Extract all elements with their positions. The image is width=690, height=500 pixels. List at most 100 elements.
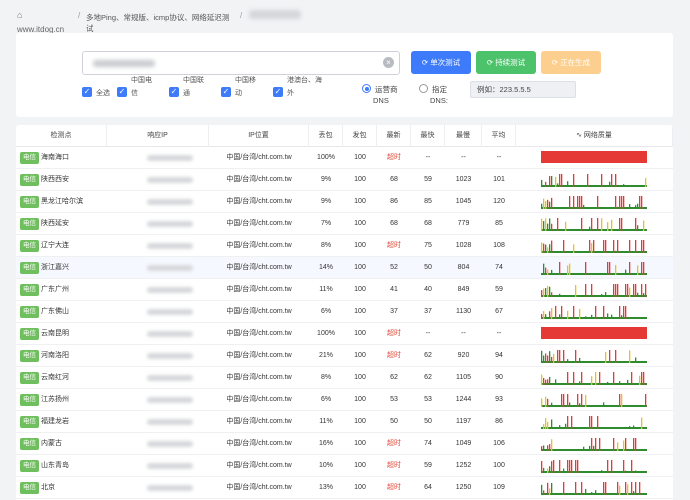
quality-tick [547,285,549,297]
response-ip-redacted [147,221,193,227]
quality-tick [619,306,621,319]
table-row[interactable]: 电信 云南红河 中国/台湾/cht.com.tw 8% 100 62 62 1105 90 [16,367,673,389]
column-header[interactable]: IP位置 [209,125,309,147]
quality-tick [617,482,619,495]
column-header[interactable]: ∿ 网络质量 [516,125,673,147]
breadcrumb-separator: / [78,11,81,20]
check-icon[interactable]: ✓ [82,87,92,97]
probe-location: 辽宁大连 [41,242,69,249]
quality-tick [555,176,557,187]
quality-tick [619,394,621,407]
quality-tick [579,403,581,407]
quality-baseline [541,273,647,275]
column-header[interactable]: 最快 [411,125,445,147]
column-header[interactable]: 响应IP [107,125,209,147]
quality-tick [545,314,547,319]
quality-tick [637,265,639,275]
quality-tick [625,438,627,451]
network-quality-bar [541,262,647,275]
column-header[interactable]: 丢包 [309,125,343,147]
quality-tick [553,460,555,473]
table-row[interactable]: 电信 广东广州 中国/台湾/cht.com.tw 11% 100 41 40 849 59 [16,279,673,301]
home-link[interactable]: ⌂ www.itdog.cn [17,11,77,35]
packet-loss: 9% [320,176,332,183]
quality-tick [595,306,597,319]
quality-tick [589,445,591,451]
radio-dot[interactable] [419,84,428,93]
radio-dot-selected[interactable] [362,84,371,93]
table-row[interactable]: 电信 内蒙古 中国/台湾/cht.com.tw 16% 100 超时 74 1049 106 [16,433,673,455]
column-header[interactable]: 检测点 [16,125,107,147]
column-header[interactable]: 最慢 [445,125,482,147]
quality-tick [545,418,547,429]
quality-tick [623,440,625,451]
column-header[interactable]: 平均 [482,125,516,147]
breadcrumb-title[interactable]: 多地Ping、常规版、icmp协议、网络延迟测试 [86,12,236,34]
single-test-button[interactable]: ⟳ 单次测试 [411,51,471,74]
table-row[interactable]: 电信 辽宁大连 中国/台湾/cht.com.tw 8% 100 超时 75 1028 108 [16,235,673,257]
table-row[interactable]: 电信 海南海口 中国/台湾/cht.com.tw 100% 100 超时 -- -- -- [16,147,673,169]
quality-tick [579,196,581,209]
quality-tick [597,416,599,429]
packets-sent: 100 [354,462,366,469]
table-row[interactable]: 电信 陕西西安 中国/台湾/cht.com.tw 9% 100 68 59 1023 101 [16,169,673,191]
refresh-icon: ⟳ [421,58,431,67]
table-row[interactable]: 电信 山东青岛 中国/台湾/cht.com.tw 10% 100 超时 59 1252 100 [16,455,673,477]
quality-tick [591,438,593,451]
quality-tick [645,394,647,407]
refresh-icon: ⟳ [551,58,561,67]
check-icon[interactable]: ✓ [169,87,179,97]
quality-tick [547,445,549,451]
dns-input[interactable]: 例如：223.5.5.5 [470,81,576,98]
table-row[interactable]: 电信 北京 中国/台湾/cht.com.tw 13% 100 超时 64 1250 109 [16,477,673,499]
packet-loss: 100% [317,154,335,161]
table-row[interactable]: 电信 陕西延安 中国/台湾/cht.com.tw 7% 100 68 68 779 85 [16,213,673,235]
quality-tick [541,313,543,319]
quality-tick [641,240,643,253]
continuous-test-button[interactable]: ⟳ 持续测试 [476,51,536,74]
checkbox-label: 外 [287,90,294,97]
refresh-icon: ⟳ [486,58,496,67]
quality-tick [595,490,597,495]
check-icon[interactable]: ✓ [117,87,127,97]
table-row[interactable]: 电信 黑龙江哈尔滨 中国/台湾/cht.com.tw 9% 100 86 85 1045 120 [16,191,673,213]
quality-tick [543,445,545,451]
table-row[interactable]: 电信 云南昆明 中国/台湾/cht.com.tw 100% 100 超时 -- -- -- [16,323,673,345]
quality-tick [569,460,571,473]
quality-tick [559,293,561,297]
quality-tick [549,201,551,209]
generating-button[interactable]: ⟳ 正在生成 [541,51,601,74]
column-header[interactable]: 最新 [377,125,411,147]
table-row[interactable]: 电信 浙江嘉兴 中国/台湾/cht.com.tw 14% 100 52 50 804 74 [16,257,673,279]
clear-icon[interactable]: × [383,57,394,68]
ip-location: 中国/台湾/cht.com.tw [226,462,292,469]
check-icon[interactable]: ✓ [221,87,231,97]
response-ip-redacted [147,397,193,403]
quality-tick [635,470,637,473]
quality-tick [591,218,593,231]
quality-tick [603,482,605,495]
network-quality-bar [541,482,647,495]
quality-tick [541,484,543,495]
quality-tick [589,240,591,253]
quality-tick [543,311,545,319]
quality-tick [617,206,619,209]
quality-tick [541,242,543,253]
column-header[interactable]: 发包 [343,125,377,147]
quality-tick [563,350,565,363]
quality-tick [577,196,579,209]
quality-tick [601,294,603,297]
quality-tick [595,372,597,385]
check-icon[interactable]: ✓ [273,87,283,97]
table-row[interactable]: 电信 福建龙岩 中国/台湾/cht.com.tw 11% 100 50 50 1197 86 [16,411,673,433]
quality-tick [615,350,617,363]
quality-tick [559,174,561,187]
table-row[interactable]: 电信 广东佛山 中国/台湾/cht.com.tw 6% 100 37 37 1130 67 [16,301,673,323]
checkbox-label: 动 [235,90,242,97]
host-input[interactable]: × [82,51,400,75]
quality-tick [599,438,601,451]
table-row[interactable]: 电信 江苏扬州 中国/台湾/cht.com.tw 6% 100 53 53 1244 93 [16,389,673,411]
table-row[interactable]: 电信 河南洛阳 中国/台湾/cht.com.tw 21% 100 超时 62 920 94 [16,345,673,367]
quality-tick [595,294,597,297]
slowest-latency: 1252 [455,462,472,469]
